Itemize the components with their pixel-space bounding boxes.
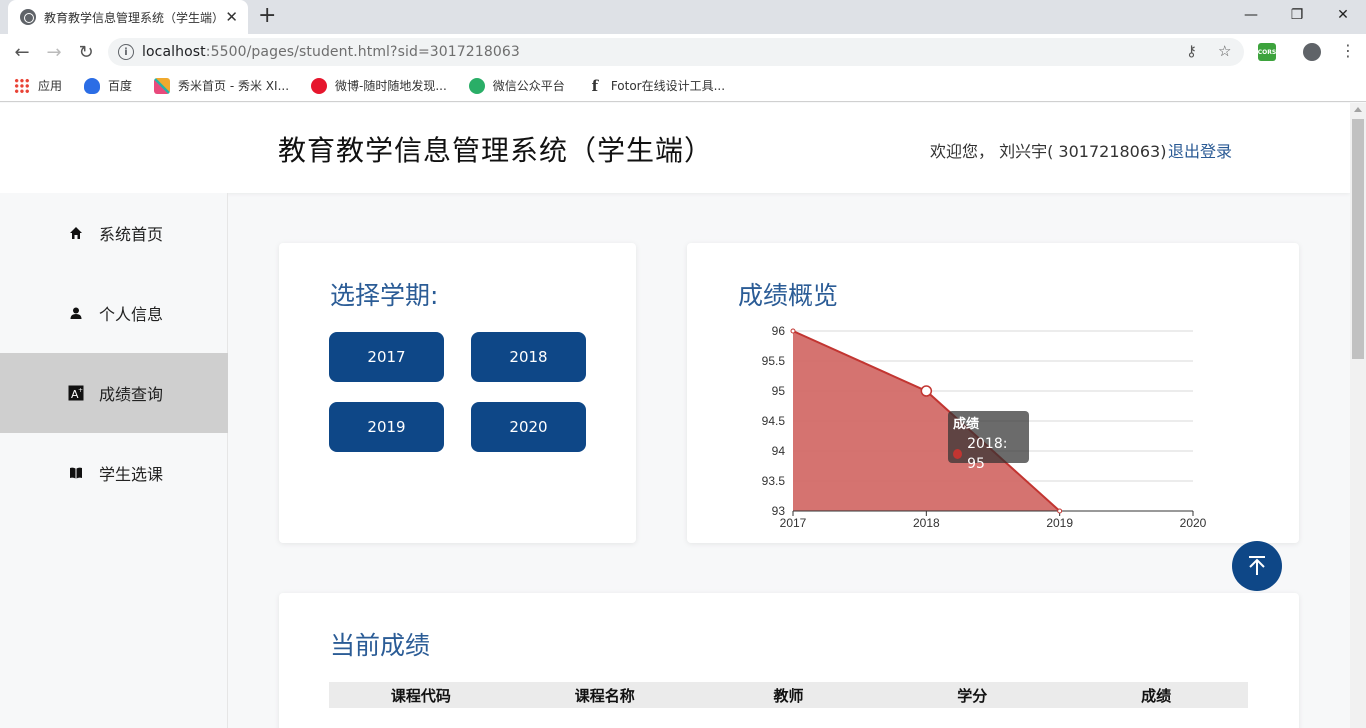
minimize-icon[interactable]: — — [1228, 0, 1274, 30]
semester-card: 选择学期: 2017 2018 2019 2020 — [279, 243, 636, 543]
app-header: 教育教学信息管理系统（学生端） 欢迎您， 刘兴宇( 3017218063) 退出… — [0, 103, 1350, 193]
book-icon — [68, 465, 84, 481]
y-tick-label: 96 — [772, 324, 786, 338]
y-tick-label: 94.5 — [762, 414, 786, 428]
overview-card: 成绩概览 93 93.5 94 94.5 95 95.5 96 2017 2018 2019 202… — [687, 243, 1299, 543]
x-tick-label: 2019 — [1046, 516, 1073, 530]
grade-icon: A + — [68, 385, 84, 401]
year-2017-button[interactable]: 2017 — [329, 332, 444, 382]
x-tick-label: 2018 — [913, 516, 940, 530]
sidebar-item-home[interactable]: 系统首页 — [0, 193, 228, 273]
col-course-code: 课程代码 — [390, 686, 451, 705]
profile-avatar-icon[interactable] — [1303, 43, 1321, 61]
scrollbar-thumb[interactable] — [1352, 119, 1364, 359]
new-tab-icon[interactable]: + — [258, 5, 276, 27]
bookmark-baidu[interactable]: 百度 — [84, 77, 132, 94]
user-icon — [68, 305, 84, 321]
sidebar-item-courses[interactable]: 学生选课 — [0, 433, 228, 513]
star-icon[interactable]: ☆ — [1218, 42, 1231, 60]
cors-extension-icon[interactable]: CORS — [1258, 43, 1276, 61]
tab-title: 教育教学信息管理系统（学生端） — [44, 10, 220, 25]
data-point — [920, 385, 933, 397]
x-tick-label: 2020 — [1180, 516, 1207, 530]
bookmarks-bar: 应用 百度 秀米首页 - 秀米 XI... 微博-随时随地发现... 微信公众平… — [0, 70, 1366, 102]
address-bar[interactable]: i localhost:5500/pages/student.html?sid=… — [108, 38, 1244, 66]
wechat-icon — [468, 77, 485, 94]
data-point — [1057, 508, 1063, 514]
tab-close-icon[interactable]: ✕ — [225, 8, 238, 26]
grade-chart[interactable]: 9393.59494.59595.5962017 2018 2019 2020 — [687, 243, 1299, 543]
bookmark-weibo[interactable]: 微博-随时随地发现... — [311, 77, 447, 94]
semester-title: 选择学期: — [330, 281, 439, 310]
data-point — [790, 328, 796, 334]
arrow-up-icon — [1249, 556, 1265, 575]
col-teacher: 教师 — [773, 686, 804, 705]
back-icon[interactable]: ← — [10, 40, 34, 64]
tooltip-dot-icon — [953, 449, 963, 459]
chart-tooltip: 成绩 2018: 95 — [948, 411, 1029, 472]
browser-tab[interactable]: 教育教学信息管理系统（学生端） ✕ — [8, 0, 248, 34]
site-info-icon[interactable]: i — [118, 44, 134, 60]
y-tick-label: 94 — [772, 444, 786, 458]
tooltip-value: 2018: 95 — [967, 436, 1008, 472]
welcome-text: 欢迎您， 刘兴宇( 3017218063) — [930, 142, 1167, 161]
tab-strip: 教育教学信息管理系统（学生端） ✕ + — ❐ ✕ — [0, 0, 1366, 34]
menu-dots-icon[interactable]: ⋮ — [1340, 41, 1356, 61]
bookmark-xiumi[interactable]: 秀米首页 - 秀米 XI... — [154, 77, 289, 94]
bookmark-fotor[interactable]: f Fotor在线设计工具... — [587, 77, 725, 94]
url-text: localhost:5500/pages/student.html?sid=30… — [142, 44, 520, 60]
logout-link[interactable]: 退出登录 — [1168, 138, 1232, 162]
globe-icon — [20, 9, 36, 25]
window-close-icon[interactable]: ✕ — [1320, 0, 1366, 30]
sidebar: 系统首页 个人信息 A + 成绩查询 学生选课 — [0, 193, 228, 728]
home-icon — [68, 225, 84, 241]
svg-text:+: + — [78, 387, 83, 394]
back-to-top-button[interactable] — [1232, 541, 1282, 591]
fotor-icon: f — [591, 76, 599, 95]
current-grades-title: 当前成绩 — [330, 631, 431, 660]
system-title: 教育教学信息管理系统（学生端） — [278, 134, 714, 167]
tooltip-series: 成绩 — [953, 417, 980, 432]
forward-icon[interactable]: → — [42, 40, 66, 64]
weibo-icon — [311, 77, 328, 94]
year-2018-button[interactable]: 2018 — [471, 332, 586, 382]
scroll-up-icon[interactable] — [1354, 107, 1362, 112]
sidebar-item-grades[interactable]: A + 成绩查询 — [0, 353, 228, 433]
col-course-name: 课程名称 — [574, 686, 635, 705]
baidu-paw-icon — [84, 77, 101, 94]
year-2020-button[interactable]: 2020 — [471, 402, 586, 452]
browser-toolbar: ← → ↻ i localhost:5500/pages/student.htm… — [0, 34, 1366, 70]
y-tick-label: 95 — [772, 384, 786, 398]
year-2019-button[interactable]: 2019 — [329, 402, 444, 452]
y-tick-label: 95.5 — [762, 354, 786, 368]
bookmark-wechat[interactable]: 微信公众平台 — [468, 77, 565, 94]
col-credits: 学分 — [957, 686, 988, 705]
apps-grid-icon — [14, 77, 30, 94]
page-scrollbar[interactable] — [1350, 103, 1366, 728]
sidebar-item-profile[interactable]: 个人信息 — [0, 273, 228, 353]
xiumi-icon — [154, 77, 171, 94]
key-icon[interactable]: ⚷ — [1186, 42, 1197, 60]
x-tick-label: 2017 — [780, 516, 807, 530]
bookmark-apps[interactable]: 应用 — [14, 77, 62, 94]
page-viewport: 教育教学信息管理系统（学生端） 欢迎您， 刘兴宇( 3017218063) 退出… — [0, 103, 1350, 728]
y-tick-label: 93.5 — [762, 474, 786, 488]
tooltip-row: 2018: 95 — [953, 434, 1024, 474]
restore-icon[interactable]: ❐ — [1274, 0, 1320, 30]
col-grade: 成绩 — [1141, 686, 1172, 705]
grades-table-header: 课程代码 课程名称 教师 学分 成绩 — [329, 682, 1248, 708]
reload-icon[interactable]: ↻ — [74, 40, 98, 64]
